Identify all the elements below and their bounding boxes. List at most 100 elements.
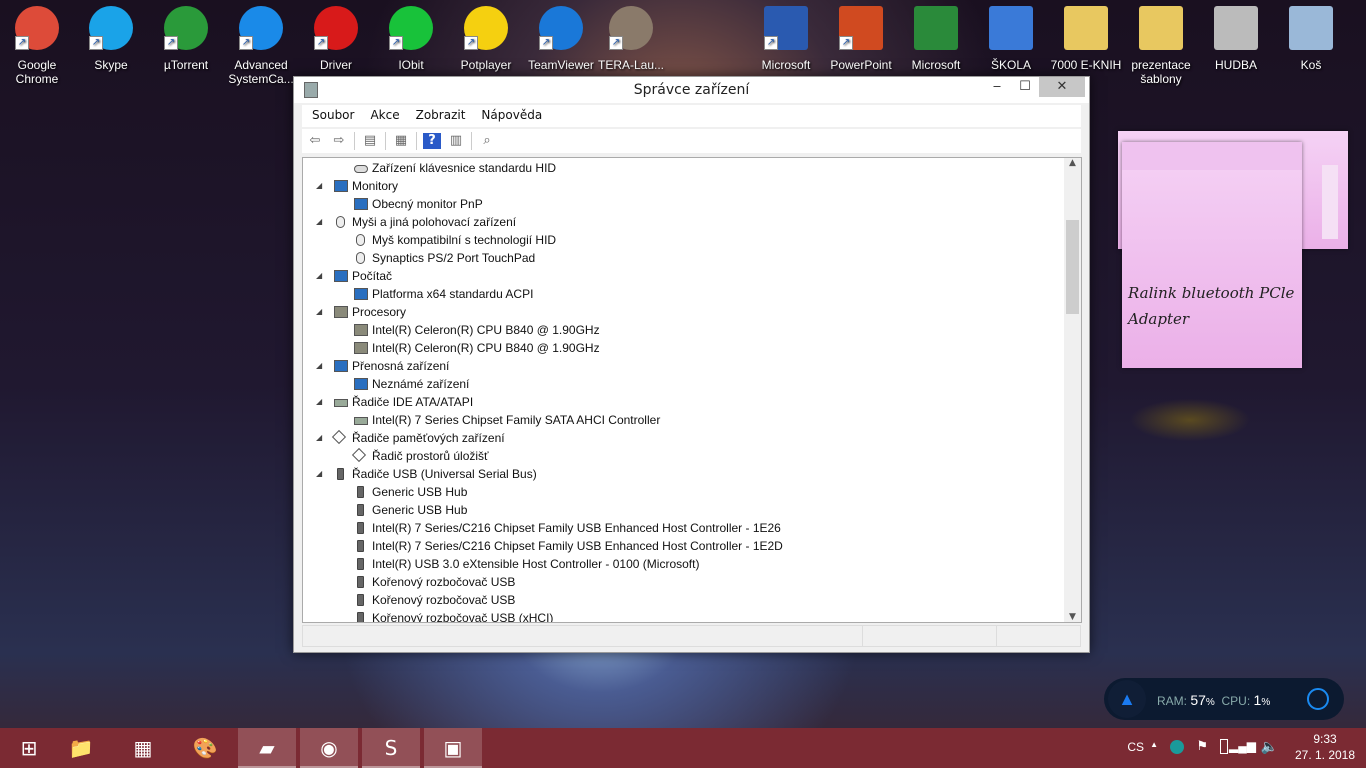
desktop-icon-label: Potplayer — [460, 58, 512, 72]
vertical-scrollbar[interactable]: ▲ ▼ — [1064, 158, 1081, 622]
collapse-arrow-icon[interactable]: ◢ — [316, 177, 322, 195]
collapse-arrow-icon[interactable]: ◢ — [316, 465, 322, 483]
desktop-icon[interactable]: Microsoft — [899, 6, 973, 72]
note-scrollbar[interactable] — [1322, 165, 1338, 239]
scroll-down-arrow[interactable]: ▼ — [1064, 612, 1081, 622]
scroll-up-arrow[interactable]: ▲ — [1064, 158, 1081, 168]
desktop-icon[interactable]: ŠKOLA — [974, 6, 1048, 72]
device-label: Řadiče IDE ATA/ATAPI — [352, 395, 474, 409]
note-text[interactable]: Ralink bluetooth PCle Adapter — [1128, 280, 1298, 332]
note-header[interactable] — [1122, 142, 1302, 170]
scan-hardware-icon[interactable]: ⌕ — [478, 133, 496, 149]
desktop-icon-label: PowerPoint — [830, 58, 892, 72]
back-icon[interactable]: ⇦ — [306, 133, 324, 149]
close-button[interactable]: ✕ — [1039, 77, 1085, 97]
shortcut-arrow-icon: ↗ — [164, 36, 178, 50]
device-label: Intel(R) Celeron(R) CPU B840 @ 1.90GHz — [372, 341, 600, 355]
desktop-icon[interactable]: prezentace šablony — [1124, 6, 1198, 86]
collapse-arrow-icon[interactable]: ◢ — [316, 213, 322, 231]
desktop-icon[interactable]: ↗ TERA-Lau... — [594, 6, 668, 72]
taskbar-file-explorer[interactable]: 📁 — [52, 728, 110, 768]
menu-item[interactable]: Akce — [360, 105, 405, 127]
app-icon — [914, 6, 958, 50]
collapse-arrow-icon[interactable]: ◢ — [316, 303, 322, 321]
taskbar-calculator[interactable]: ▦ — [114, 728, 172, 768]
store-device-icon — [331, 429, 347, 445]
desktop-icon[interactable]: 7000 E-KNIH — [1049, 6, 1123, 72]
usb-device-icon — [357, 540, 364, 552]
shortcut-arrow-icon: ↗ — [839, 36, 853, 50]
desktop-icon[interactable]: ↗ Microsoft — [749, 6, 823, 72]
app-icon: ↗ — [609, 6, 653, 50]
clock[interactable]: 9:33 27. 1. 2018 — [1290, 731, 1360, 763]
properties-icon[interactable]: ▦ — [392, 133, 410, 149]
device-label: Synaptics PS/2 Port TouchPad — [372, 251, 536, 265]
desktop-icon[interactable]: ↗ µTorrent — [149, 6, 223, 72]
desktop-icon-label: Advanced SystemCa... — [228, 58, 294, 86]
system-monitor-widget[interactable]: ▲ RAM: 57% CPU: 1% — [1104, 678, 1344, 720]
desktop-icon-label: TeamViewer — [528, 58, 594, 72]
taskbar-chrome[interactable]: ◉ — [300, 728, 358, 768]
sticky-note[interactable]: Ralink bluetooth PCle Adapter — [1122, 142, 1302, 368]
menu-item[interactable]: Zobrazit — [406, 105, 472, 127]
scroll-thumb[interactable] — [1066, 220, 1079, 314]
cpu-device-icon — [334, 306, 348, 318]
device-label: Monitory — [352, 179, 399, 193]
usb-device-icon — [357, 576, 364, 588]
device-label: Obecný monitor PnP — [372, 197, 483, 211]
desktop-icon[interactable]: ↗ PowerPoint — [824, 6, 898, 72]
desktop-icon[interactable]: ↗ Driver — [299, 6, 373, 72]
forward-icon[interactable]: ⇨ — [330, 133, 348, 149]
battery-icon[interactable] — [1220, 739, 1228, 754]
toolbar-separator — [385, 132, 386, 150]
maximize-button[interactable]: ☐ — [1011, 77, 1039, 97]
desktop-icon[interactable]: Koš — [1274, 6, 1348, 72]
menu-item[interactable]: Nápověda — [471, 105, 548, 127]
desktop-icon-label: 7000 E-KNIH — [1050, 58, 1122, 72]
collapse-arrow-icon[interactable]: ◢ — [316, 357, 322, 375]
desktop-icon[interactable]: ↗ Google Chrome — [0, 6, 74, 86]
taskbar-device-manager[interactable]: ▣ — [424, 728, 482, 768]
device-label: Generic USB Hub — [372, 503, 468, 517]
desktop-icon[interactable]: ↗ IObit — [374, 6, 448, 72]
device-label: Řadiče paměťových zařízení — [352, 431, 505, 445]
action-center-flag-icon[interactable]: ⚑ — [1196, 738, 1208, 754]
collapse-arrow-icon[interactable]: ◢ — [316, 267, 322, 285]
desktop-icon[interactable]: ↗ Skype — [74, 6, 148, 72]
language-indicator[interactable]: CS — [1127, 740, 1144, 754]
speedometer-icon[interactable] — [1307, 688, 1329, 710]
start-icon: ⊞ — [20, 736, 38, 760]
title-bar[interactable]: Správce zařízení ‒ ☐ ✕ — [294, 77, 1089, 103]
file-explorer-icon: 📁 — [68, 736, 94, 760]
desktop-icon[interactable]: HUDBA — [1199, 6, 1273, 72]
shortcut-arrow-icon: ↗ — [15, 36, 29, 50]
action-pane-icon[interactable]: ▥ — [447, 133, 465, 149]
help-icon[interactable]: ? — [423, 133, 441, 149]
taskbar-paint[interactable]: 🎨 — [176, 728, 234, 768]
rocket-icon[interactable]: ▲ — [1108, 680, 1146, 718]
volume-icon[interactable]: 🔈 — [1261, 738, 1278, 755]
sticky-notes-icon: ▰ — [259, 736, 275, 760]
show-hide-console-tree-icon[interactable]: ▤ — [361, 133, 379, 149]
collapse-arrow-icon[interactable]: ◢ — [316, 429, 322, 447]
network-signal-icon[interactable]: ▂▄▆ — [1229, 739, 1256, 753]
kbd-device-icon — [354, 165, 368, 173]
minimize-button[interactable]: ‒ — [983, 77, 1011, 97]
eset-icon[interactable] — [1170, 740, 1184, 754]
desktop-icon-label: Driver — [320, 58, 352, 72]
desktop-icon[interactable]: ↗ TeamViewer — [524, 6, 598, 72]
shortcut-arrow-icon: ↗ — [89, 36, 103, 50]
desktop-icon[interactable]: ↗ Advanced SystemCa... — [224, 6, 298, 86]
taskbar-sticky-notes[interactable]: ▰ — [238, 728, 296, 768]
show-hidden-icons[interactable]: ▲ — [1150, 740, 1158, 749]
desktop-icon-label: Microsoft — [761, 58, 811, 72]
device-tree[interactable]: ▲ ▼ Zařízení klávesnice standardu HID ◢ Mo… — [302, 157, 1082, 623]
desktop-icon[interactable]: ↗ Potplayer — [449, 6, 523, 72]
menu-bar: Soubor Akce Zobrazit Nápověda — [302, 105, 1081, 127]
menu-item[interactable]: Soubor — [302, 105, 360, 127]
skype-icon: S — [384, 736, 398, 760]
device-label: Kořenový rozbočovač USB (xHCI) — [372, 611, 554, 623]
taskbar-start[interactable]: ⊞ — [0, 728, 58, 768]
taskbar-skype[interactable]: S — [362, 728, 420, 768]
collapse-arrow-icon[interactable]: ◢ — [316, 393, 322, 411]
